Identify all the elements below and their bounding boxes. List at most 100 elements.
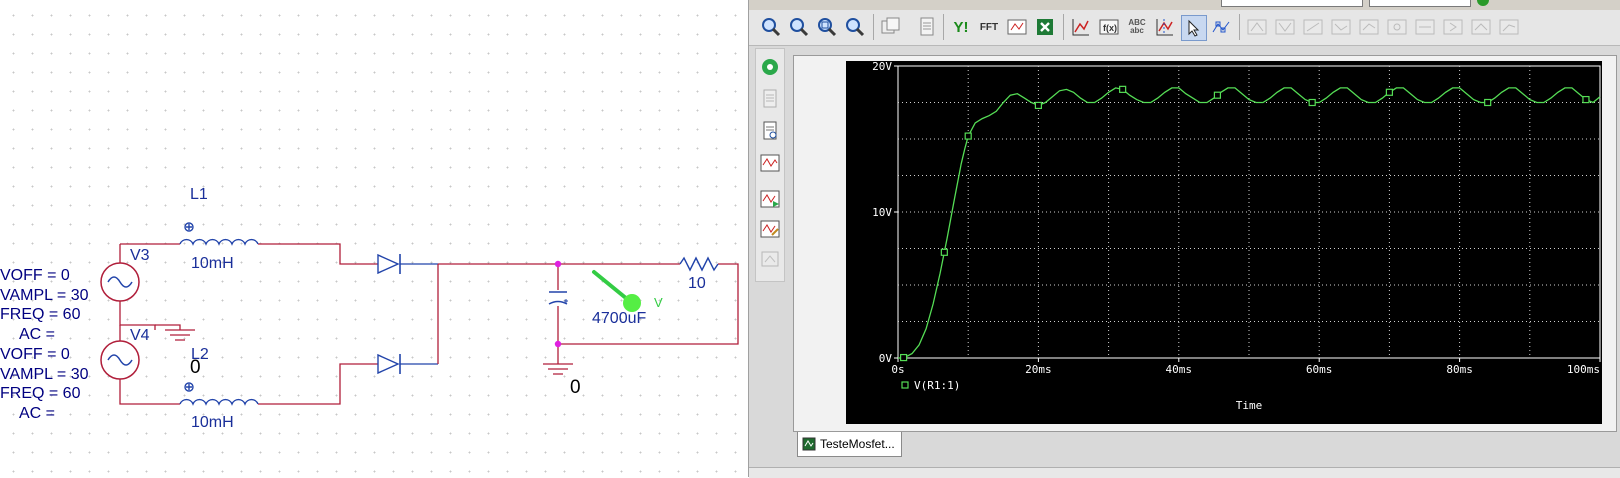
x-tick-label: 0s xyxy=(891,363,904,376)
inductor-l2[interactable] xyxy=(179,382,259,406)
resistor-r1[interactable] xyxy=(679,256,719,272)
inductor-l2-value: 10mH xyxy=(191,414,234,431)
legend-marker xyxy=(901,381,909,389)
data-point-marker xyxy=(1385,88,1394,96)
toolbar-separator xyxy=(873,14,874,40)
toggle-cursor-icon[interactable] xyxy=(1153,15,1177,39)
copy-icon[interactable] xyxy=(879,15,903,39)
param-vampl: VAMPL = 30 xyxy=(0,286,89,304)
page-icon[interactable] xyxy=(915,15,939,39)
data-point-marker xyxy=(1582,95,1590,104)
schematic-canvas[interactable]: L1 10mH L2 10mH V3 V4 VOFF = 0 VAMPL = 3… xyxy=(0,0,748,477)
source-v4-params: VOFF = 0 VAMPL = 30 FREQ = 60 AC = xyxy=(0,345,89,423)
toolbar-combo-2[interactable] xyxy=(1369,0,1471,7)
diode-d2[interactable] xyxy=(377,353,401,375)
cursor-snap-icon[interactable] xyxy=(1497,15,1521,39)
data-point-marker xyxy=(900,353,908,362)
y-tick-label: 20V xyxy=(872,61,892,73)
text-label-icon[interactable]: ABC abc xyxy=(1125,15,1149,39)
plot-area[interactable]: 0s 20ms 40ms 60ms 80ms 100ms 0V 10V 20V Time V(R1:… xyxy=(846,60,1602,424)
voltage-source-v4[interactable] xyxy=(100,340,140,380)
toolbar-combo-1[interactable] xyxy=(1221,0,1363,7)
source-v4-name: V4 xyxy=(130,327,150,344)
schematic-drawing xyxy=(100,222,739,406)
cursor-trough-icon[interactable] xyxy=(1273,15,1297,39)
side-toolbar xyxy=(755,48,785,282)
ground-symbol xyxy=(165,329,195,341)
cursor-label-icon[interactable] xyxy=(1469,15,1493,39)
cursor-slope-icon[interactable] xyxy=(1301,15,1325,39)
performance-icon[interactable] xyxy=(1005,15,1029,39)
junction-dot xyxy=(554,340,562,348)
svg-text:f(x): f(x) xyxy=(1103,23,1117,33)
param-voff: VOFF = 0 xyxy=(0,267,70,284)
param-vampl: VAMPL = 30 xyxy=(0,365,89,383)
data-point-marker xyxy=(940,248,948,256)
view-icon[interactable] xyxy=(758,247,782,271)
cursor-search-icon[interactable] xyxy=(1413,15,1437,39)
waveform-doc-icon xyxy=(802,437,816,451)
document-tab-strip: TesteMosfet... xyxy=(793,432,1615,460)
fft-icon[interactable]: FFT xyxy=(977,15,1001,39)
x-tick-label: 100ms xyxy=(1567,363,1600,376)
simulation-profile-icon[interactable] xyxy=(758,119,782,143)
data-point-marker xyxy=(1484,98,1492,107)
inductor-l1-value: 10mH xyxy=(191,255,234,272)
excel-icon[interactable] xyxy=(1033,15,1057,39)
probe-window: Y! FFT f(x) ABC abc 0s 20ms 40ms 60ms 80… xyxy=(748,0,1620,478)
eval-measurement-icon[interactable]: f(x) xyxy=(1097,15,1121,39)
source-v3-name: V3 xyxy=(130,247,150,264)
zoom-out-icon[interactable] xyxy=(787,15,811,39)
data-point-marker xyxy=(1119,85,1127,93)
x-tick-label: 40ms xyxy=(1166,363,1193,376)
param-ac: AC = xyxy=(19,404,56,422)
resistor-value: 10 xyxy=(688,275,706,292)
document-tab[interactable]: TesteMosfet... xyxy=(797,432,902,457)
x-tick-label: 60ms xyxy=(1306,363,1333,376)
edit-profile-icon[interactable] xyxy=(758,217,782,241)
ground-label: 0 xyxy=(570,377,581,398)
voltage-probe-marker[interactable] xyxy=(592,270,641,312)
cursor-peak-icon[interactable] xyxy=(1245,15,1269,39)
toolbar-separator xyxy=(1239,14,1240,40)
document-tab-label: TesteMosfet... xyxy=(820,437,895,451)
y-tick-label: 10V xyxy=(872,206,892,219)
junction-dot xyxy=(554,260,562,268)
nets xyxy=(400,263,438,365)
data-point-marker xyxy=(964,132,972,140)
cursor-point-icon[interactable] xyxy=(1385,15,1409,39)
probe-marker-label: V xyxy=(654,295,663,310)
inductor-l1[interactable] xyxy=(179,222,259,246)
capacitor-c1[interactable] xyxy=(548,291,568,305)
x-tick-label: 20ms xyxy=(1025,363,1052,376)
legend-label: V(R1:1) xyxy=(914,379,960,392)
status-bar xyxy=(749,467,1620,478)
run-sim-icon[interactable] xyxy=(758,187,782,211)
simulate-icon[interactable] xyxy=(758,55,782,79)
source-v3-params: VOFF = 0 VAMPL = 30 FREQ = 60 AC = xyxy=(0,266,89,344)
zoom-area-icon[interactable] xyxy=(815,15,839,39)
select-icon[interactable] xyxy=(1181,15,1207,41)
toolbar-separator xyxy=(1063,14,1064,40)
voltage-source-v3[interactable] xyxy=(100,262,140,302)
zoom-fit-icon[interactable] xyxy=(843,15,867,39)
cursor-next-icon[interactable] xyxy=(1441,15,1465,39)
output-file-icon[interactable] xyxy=(758,87,782,111)
x-tick-label: 80ms xyxy=(1446,363,1473,376)
diode-d1[interactable] xyxy=(377,253,401,275)
run-icon[interactable] xyxy=(1477,0,1489,6)
param-voff: VOFF = 0 xyxy=(0,346,70,363)
probe-toolbar: Y! FFT f(x) ABC abc xyxy=(749,10,1620,46)
data-point-marker xyxy=(1308,98,1316,107)
param-freq: FREQ = 60 xyxy=(0,306,81,323)
data-point-marker xyxy=(1034,101,1042,110)
waveform-icon[interactable] xyxy=(758,151,782,175)
cursor-min-icon[interactable] xyxy=(1329,15,1353,39)
zoom-in-icon[interactable] xyxy=(759,15,783,39)
wires xyxy=(119,243,378,405)
mark-data-points-icon[interactable] xyxy=(1209,15,1233,39)
data-point-marker xyxy=(1213,91,1222,99)
cursor-max-icon[interactable] xyxy=(1357,15,1381,39)
add-trace-icon[interactable] xyxy=(1069,15,1093,39)
y-axis-icon[interactable]: Y! xyxy=(949,15,973,39)
